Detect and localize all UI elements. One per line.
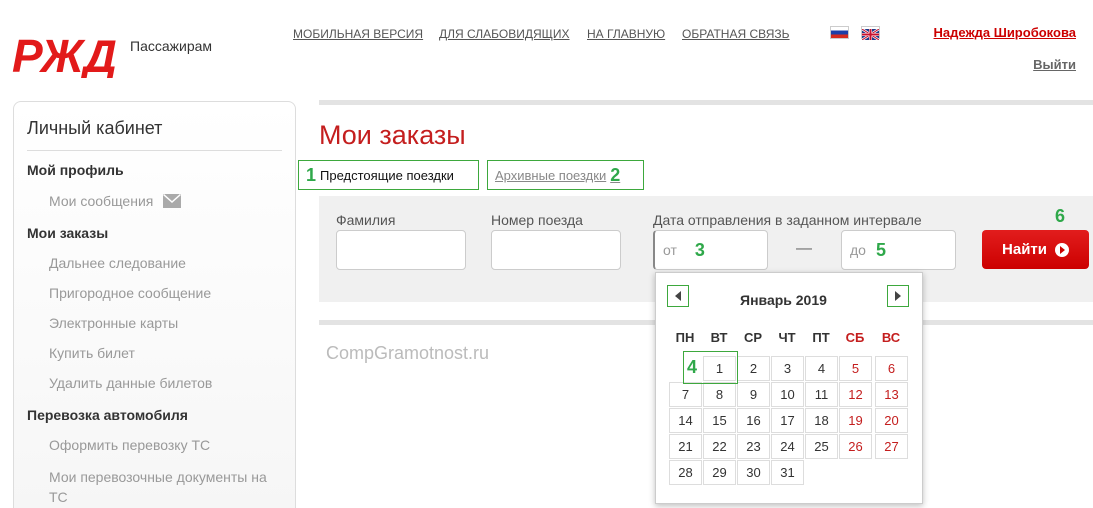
annotation-number: 5 <box>875 239 886 260</box>
calendar-day[interactable]: 16 <box>737 408 770 433</box>
calendar-day[interactable]: 3 <box>771 356 804 381</box>
svg-text:РЖД: РЖД <box>12 30 117 78</box>
sidebar-item-label: Мои сообщения <box>49 193 154 209</box>
calendar-day[interactable]: 25 <box>805 434 838 459</box>
calendar-day[interactable]: 14 <box>669 408 702 433</box>
chevron-right-icon <box>895 291 901 301</box>
weekday-header: ВТ <box>710 330 728 345</box>
sidebar-item-buy-ticket[interactable]: Купить билет <box>49 345 135 361</box>
calendar-day[interactable]: 12 <box>839 382 872 407</box>
rzd-logo[interactable]: РЖД <box>12 28 122 82</box>
tab-label: Предстоящие поездки <box>320 167 454 183</box>
rzd-logo-icon: РЖД <box>12 30 117 82</box>
sidebar-item-messages[interactable]: Мои сообщения <box>49 193 182 209</box>
annotation-number: 2 <box>610 164 621 185</box>
tab-upcoming-trips[interactable]: 1 Предстоящие поездки <box>298 160 479 190</box>
calendar-day[interactable]: 29 <box>703 460 736 485</box>
train-number-label: Номер поезда <box>491 212 583 228</box>
date-range-dash: — <box>796 240 812 257</box>
watermark: CompGramotnost.ru <box>326 343 490 363</box>
calendar-day[interactable]: 10 <box>771 382 804 407</box>
surname-label: Фамилия <box>336 212 396 228</box>
calendar-day[interactable]: 30 <box>737 460 770 485</box>
date-range-label: Дата отправления в заданном интервале <box>653 212 922 228</box>
user-name-link[interactable]: Надежда Широбокова <box>934 25 1076 40</box>
train-number-input[interactable] <box>491 230 621 270</box>
weekday-header: СБ <box>845 330 865 345</box>
nav-feedback[interactable]: ОБРАТНАЯ СВЯЗЬ <box>682 27 790 41</box>
calendar-day[interactable]: 17 <box>771 408 804 433</box>
prev-month-button[interactable] <box>667 285 689 307</box>
sidebar-section-profile[interactable]: Мой профиль <box>27 162 124 178</box>
logo-caption: Пассажирам <box>130 38 213 54</box>
calendar-day[interactable]: 26 <box>839 434 872 459</box>
surname-input[interactable] <box>336 230 466 270</box>
annotation-number: 3 <box>694 239 705 260</box>
chevron-left-icon <box>675 291 681 301</box>
calendar-day[interactable]: 15 <box>703 408 736 433</box>
envelope-icon <box>163 194 182 208</box>
calendar-day[interactable]: 28 <box>669 460 702 485</box>
calendar-day[interactable]: 23 <box>737 434 770 459</box>
content-top-divider <box>319 100 1093 105</box>
calendar-day[interactable]: 7 <box>669 382 702 407</box>
date-to-placeholder: до <box>850 242 866 258</box>
weekday-header: ПН <box>675 330 695 345</box>
sidebar-item-e-cards[interactable]: Электронные карты <box>49 315 178 331</box>
calendar-day[interactable]: 27 <box>875 434 908 459</box>
page-title: Мои заказы <box>319 120 466 150</box>
sidebar-section-orders[interactable]: Мои заказы <box>27 225 108 241</box>
sidebar-item-suburban[interactable]: Пригородное сообщение <box>49 285 211 301</box>
flag-gb-icon[interactable] <box>861 26 880 42</box>
tab-archived-trips[interactable]: Архивные поездки 2 <box>487 160 644 190</box>
sidebar-item-long-distance[interactable]: Дальнее следование <box>49 255 186 271</box>
calendar-day[interactable]: 19 <box>839 408 872 433</box>
tab-label: Архивные поездки <box>495 167 607 183</box>
calendar-day[interactable]: 9 <box>737 382 770 407</box>
sidebar-item-vehicle-transport[interactable]: Оформить перевозку ТС <box>49 437 210 453</box>
flag-ru-icon[interactable] <box>830 26 849 39</box>
annotation-number: 4 <box>687 357 698 377</box>
sidebar-divider <box>27 150 282 151</box>
calendar-day[interactable]: 20 <box>875 408 908 433</box>
calendar-day[interactable]: 2 <box>737 356 770 381</box>
sidebar-item-vehicle-documents[interactable]: Мои перевозочные документы на ТС <box>49 467 289 507</box>
find-button-label: Найти <box>1002 241 1047 258</box>
calendar-day[interactable]: 24 <box>771 434 804 459</box>
calendar-day[interactable]: 22 <box>703 434 736 459</box>
calendar-day[interactable]: 6 <box>875 356 908 381</box>
calendar-day[interactable]: 21 <box>669 434 702 459</box>
annotation-number: 1 <box>306 164 317 185</box>
calendar-day[interactable]: 18 <box>805 408 838 433</box>
arrow-right-icon <box>1054 242 1069 257</box>
nav-accessibility[interactable]: ДЛЯ СЛАБОВИДЯЩИХ <box>439 27 570 41</box>
calendar-day[interactable]: 31 <box>771 460 804 485</box>
nav-mobile-version[interactable]: МОБИЛЬНАЯ ВЕРСИЯ <box>293 27 423 41</box>
next-month-button[interactable] <box>887 285 909 307</box>
date-to-input[interactable]: до 5 <box>841 230 956 270</box>
calendar-day[interactable]: 4 <box>805 356 838 381</box>
sidebar-item-delete-tickets[interactable]: Удалить данные билетов <box>49 375 212 391</box>
calendar-day[interactable]: 5 <box>839 356 872 381</box>
annotation-number: 6 <box>1055 206 1066 226</box>
weekday-header: ЧТ <box>778 330 796 345</box>
weekday-header: ПТ <box>812 330 830 345</box>
find-button[interactable]: Найти <box>982 230 1089 269</box>
date-from-input[interactable]: от 3 <box>653 230 768 270</box>
sidebar-section-vehicle[interactable]: Перевозка автомобиля <box>27 407 188 423</box>
date-from-placeholder: от <box>663 242 677 258</box>
calendar-month-title: Январь 2019 <box>740 292 827 308</box>
weekday-header: ВС <box>881 330 901 345</box>
sidebar-title: Личный кабинет <box>27 118 163 138</box>
calendar-day[interactable]: 8 <box>703 382 736 407</box>
weekday-header: СР <box>743 330 763 345</box>
calendar-day[interactable]: 11 <box>805 382 838 407</box>
logout-link[interactable]: Выйти <box>1033 57 1076 72</box>
calendar-day[interactable]: 13 <box>875 382 908 407</box>
nav-home[interactable]: НА ГЛАВНУЮ <box>587 27 665 41</box>
